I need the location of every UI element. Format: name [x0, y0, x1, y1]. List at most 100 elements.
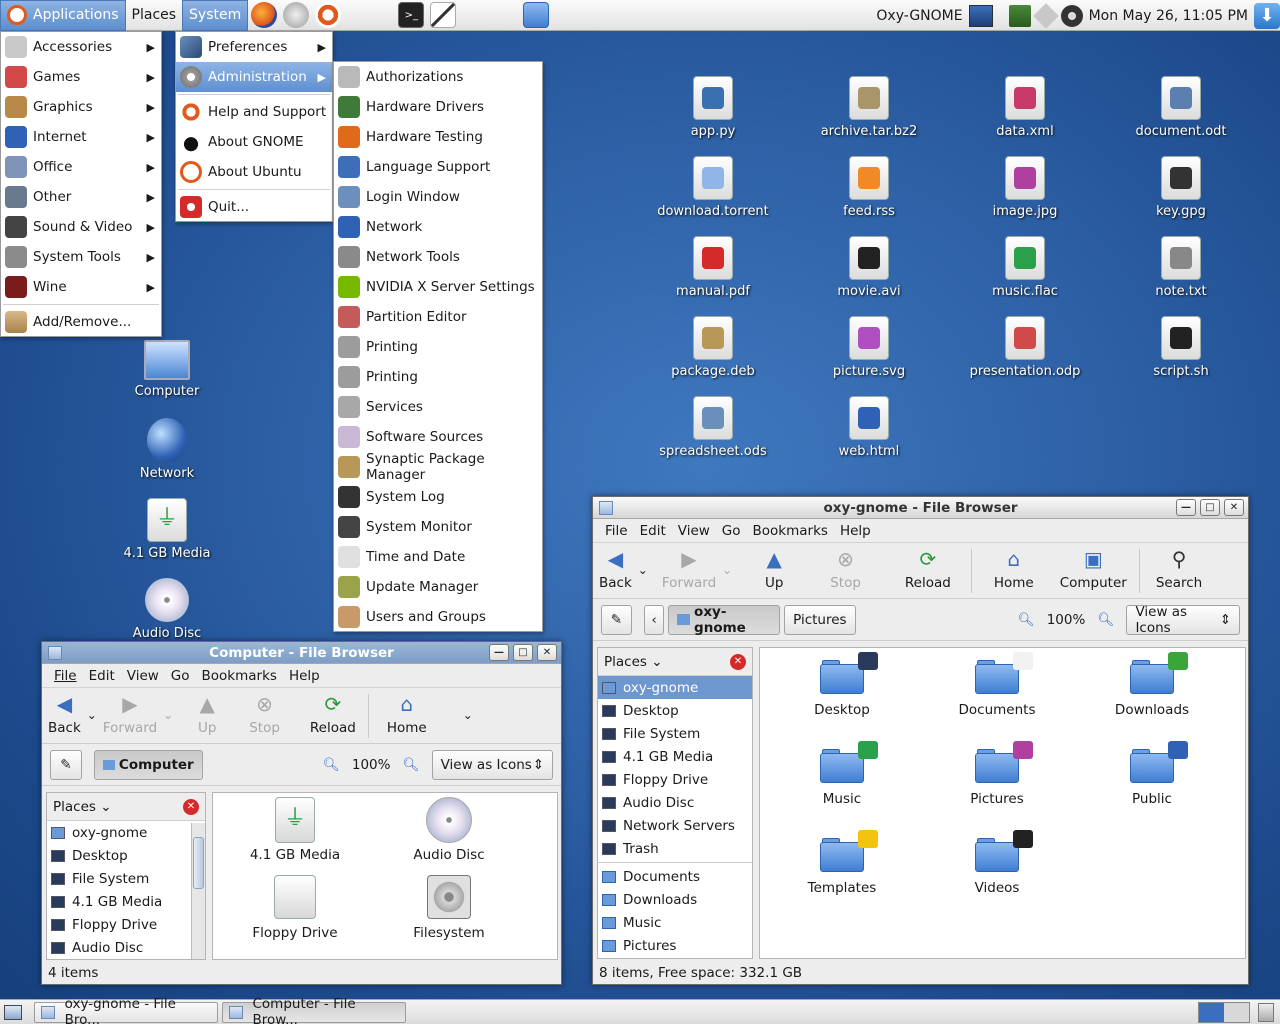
system-menu-button[interactable]: System — [182, 0, 249, 31]
search-button[interactable]: ⚲ Search — [1156, 547, 1202, 591]
back-button[interactable]: ◀ Back — [599, 547, 632, 591]
toggle-location-entry-button[interactable]: ✎ — [601, 604, 632, 635]
folder-desktop[interactable]: Desktop — [772, 652, 912, 718]
desktop-file-manual-pdf[interactable]: manual.pdf — [648, 236, 778, 299]
desktop-file-presentation-odp[interactable]: presentation.odp — [960, 316, 1090, 379]
sidebar-item-file-system[interactable]: File System — [47, 867, 205, 890]
menu-go[interactable]: Go — [171, 668, 190, 684]
back-button[interactable]: ◀ Back — [48, 692, 81, 736]
desktop-file-download-torrent[interactable]: download.torrent — [648, 156, 778, 219]
menu-item-graphics[interactable]: Graphics ▶ — [1, 92, 161, 122]
places-header[interactable]: Places ⌄ ✕ — [47, 793, 205, 821]
clock[interactable]: Mon May 26, 11:05 PM — [1089, 8, 1248, 24]
sidebar-item-audio-disc[interactable]: Audio Disc — [598, 791, 752, 814]
sidebar-item-floppy-drive[interactable]: Floppy Drive — [598, 768, 752, 791]
sidebar-item-file-system[interactable]: File System — [598, 722, 752, 745]
stop-button[interactable]: ⊗ Stop — [249, 692, 280, 736]
desktop-file-document-odt[interactable]: document.odt — [1116, 76, 1246, 139]
workspace-2[interactable] — [1224, 1003, 1249, 1022]
menu-item-partition-editor[interactable]: Partition Editor — [334, 302, 542, 332]
menu-item-other[interactable]: Other ▶ — [1, 182, 161, 212]
places-menu-button[interactable]: Places — [126, 0, 183, 31]
zoom-out-icon[interactable]: 🔍︎ — [1018, 612, 1035, 628]
bookmark-documents[interactable]: Documents — [598, 865, 752, 888]
forward-button[interactable]: ▶ Forward — [103, 692, 157, 736]
close-button[interactable]: ✕ — [1224, 499, 1244, 516]
desktop-file-picture-svg[interactable]: picture.svg — [804, 316, 934, 379]
bookmark-pictures[interactable]: Pictures — [598, 934, 752, 957]
zoom-level[interactable]: 100% — [352, 757, 391, 773]
desktop-file-key-gpg[interactable]: key.gpg — [1116, 156, 1246, 219]
menu-help[interactable]: Help — [840, 523, 871, 539]
path-scroll-left-button[interactable]: ‹ — [643, 604, 665, 635]
close-sidebar-icon[interactable]: ✕ — [730, 653, 746, 670]
desktop-file-music-flac[interactable]: music.flac — [960, 236, 1090, 299]
desktop-file-note-txt[interactable]: note.txt — [1116, 236, 1246, 299]
menu-item-office[interactable]: Office ▶ — [1, 152, 161, 182]
menu-item-authorizations[interactable]: Authorizations — [334, 62, 542, 92]
firefox-icon[interactable] — [251, 2, 278, 28]
volume-icon[interactable] — [1060, 4, 1083, 27]
desktop-icon-computer[interactable]: Computer — [102, 340, 232, 399]
sidebar-item-network-servers[interactable]: Network Servers — [598, 814, 752, 837]
up-button[interactable]: ▲ Up — [195, 692, 219, 736]
bookmark-music[interactable]: Music — [598, 911, 752, 934]
menu-item-preferences[interactable]: Preferences ▶ — [176, 32, 332, 62]
item-audio-disc[interactable]: Audio Disc — [379, 797, 519, 863]
path-button-pictures[interactable]: Pictures — [784, 604, 856, 635]
menu-item-wine[interactable]: Wine ▶ — [1, 272, 161, 302]
menu-file[interactable]: File — [54, 668, 77, 684]
sidebar-item-4-1-gb-media[interactable]: 4.1 GB Media — [598, 745, 752, 768]
menu-help[interactable]: Help — [289, 668, 320, 684]
menu-edit[interactable]: Edit — [89, 668, 115, 684]
folder-music[interactable]: Music — [772, 741, 912, 807]
menu-item-about-ubuntu[interactable]: About Ubuntu — [176, 157, 332, 187]
home-button[interactable]: ⌂ Home — [387, 692, 427, 736]
forward-history-dropdown[interactable]: ⌄ — [163, 708, 173, 722]
help-lifebuoy-icon[interactable] — [315, 2, 342, 28]
terminal-icon[interactable]: >_ — [398, 2, 425, 28]
desktop-file-script-sh[interactable]: script.sh — [1116, 316, 1246, 379]
toolbar-overflow-icon[interactable]: ⌄ — [463, 708, 473, 722]
forward-history-dropdown[interactable]: ⌄ — [722, 563, 732, 577]
menu-edit[interactable]: Edit — [640, 523, 666, 539]
path-button-oxy-gnome[interactable]: oxy-gnome — [668, 604, 781, 636]
menu-item-software-sources[interactable]: Software Sources — [334, 422, 542, 452]
view-mode-select[interactable]: View as Icons ⇕ — [431, 749, 553, 780]
sidebar-item-oxy-gnome[interactable]: oxy-gnome — [47, 821, 205, 844]
item-floppy-drive[interactable]: Floppy Drive — [225, 875, 365, 941]
menu-bookmarks[interactable]: Bookmarks — [202, 668, 277, 684]
folder-videos[interactable]: Videos — [927, 830, 1067, 896]
menu-item-help[interactable]: Help and Support — [176, 97, 332, 127]
sidebar-item-floppy-drive[interactable]: Floppy Drive — [47, 913, 205, 936]
folder-documents[interactable]: Documents — [927, 652, 1067, 718]
sidebar-item-audio-disc[interactable]: Audio Disc — [47, 936, 205, 959]
menu-item-system-monitor[interactable]: System Monitor — [334, 512, 542, 542]
item-4gb-media[interactable]: ⏚ 4.1 GB Media — [225, 797, 365, 863]
menu-item-update-manager[interactable]: Update Manager — [334, 572, 542, 602]
desktop-icon-audio-disc[interactable]: Audio Disc — [102, 578, 232, 641]
desktop-file-package-deb[interactable]: package.deb — [648, 316, 778, 379]
desktop-file-spreadsheet-ods[interactable]: spreadsheet.ods — [648, 396, 778, 459]
desktop-file-app-py[interactable]: app.py — [648, 76, 778, 139]
computer-button[interactable]: ▣ Computer — [1060, 547, 1127, 591]
desktop-file-archive-tar-bz2[interactable]: archive.tar.bz2 — [804, 76, 934, 139]
folder-public[interactable]: Public — [1082, 741, 1222, 807]
menu-item-printing[interactable]: Printing — [334, 362, 542, 392]
workspace-switcher[interactable] — [1198, 1002, 1250, 1023]
minimize-button[interactable]: — — [1176, 499, 1196, 516]
folder-templates[interactable]: Templates — [772, 830, 912, 896]
applications-menu-button[interactable]: Applications — [0, 0, 126, 31]
scrollbar-thumb[interactable] — [193, 837, 204, 889]
menu-item-accessories[interactable]: Accessories ▶ — [1, 32, 161, 62]
menu-item-system-tools[interactable]: System Tools ▶ — [1, 242, 161, 272]
reload-button[interactable]: ⟳ Reload — [905, 547, 951, 591]
close-sidebar-icon[interactable]: ✕ — [183, 798, 199, 815]
sidebar-scrollbar[interactable] — [191, 823, 205, 959]
window-titlebar[interactable]: Computer - File Browser — □ ✕ — [42, 642, 561, 664]
desktop-file-data-xml[interactable]: data.xml — [960, 76, 1090, 139]
menu-item-services[interactable]: Services — [334, 392, 542, 422]
hardware-icon[interactable] — [1008, 4, 1031, 27]
toggle-location-entry-button[interactable]: ✎ — [50, 749, 82, 780]
desktop-file-image-jpg[interactable]: image.jpg — [960, 156, 1090, 219]
